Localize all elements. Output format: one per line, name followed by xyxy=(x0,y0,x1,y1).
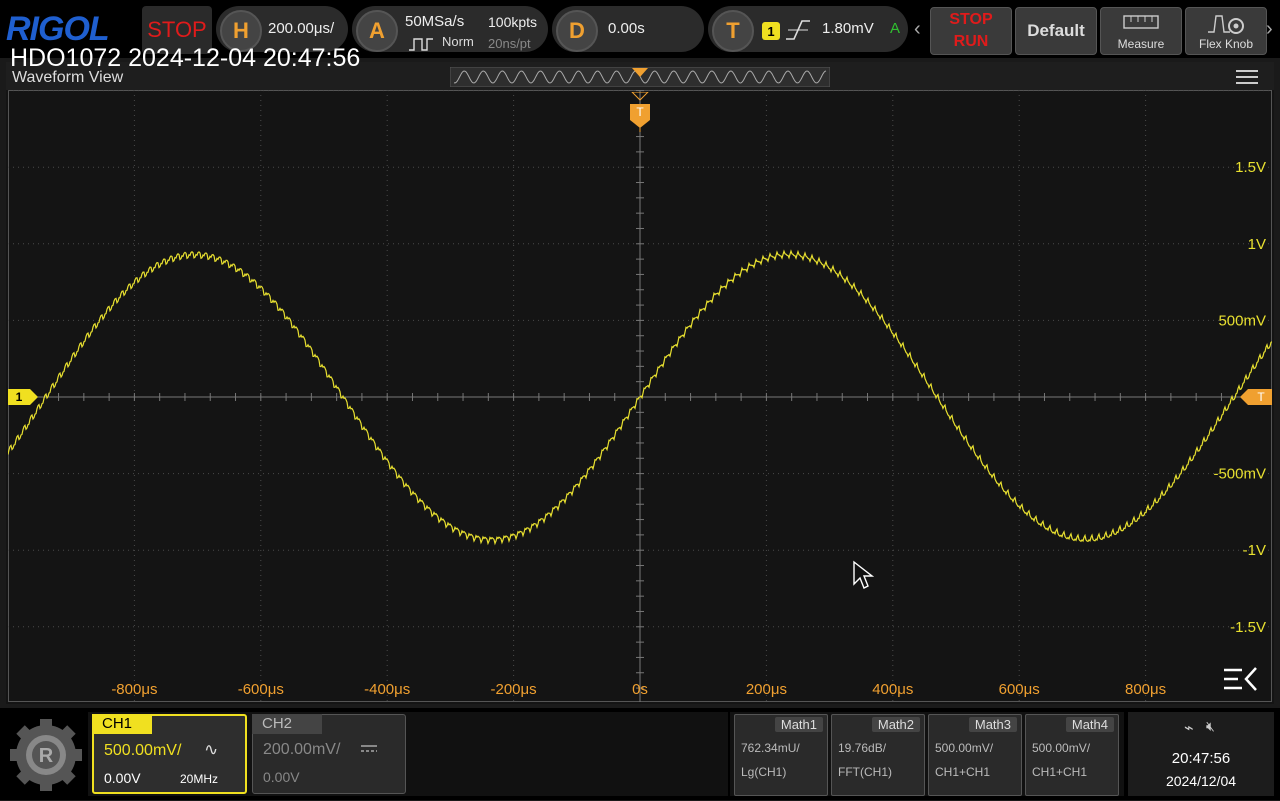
memory-depth: 100kpts xyxy=(488,14,538,30)
default-button[interactable]: Default xyxy=(1015,7,1097,55)
x-tick-label: -400μs xyxy=(364,681,410,698)
x-tick-label: 800μs xyxy=(1125,681,1166,698)
acquire-waveform-icon xyxy=(409,38,433,51)
acquire-mode: Norm xyxy=(442,34,474,49)
memory-overview-bar[interactable] xyxy=(450,67,830,87)
trigger-position-marker[interactable]: T xyxy=(630,91,650,132)
horizontal-scale-value: 200.00μs/ xyxy=(268,20,335,37)
math-scale: 19.76dB/ xyxy=(838,741,887,755)
ch1-box[interactable]: CH1 500.00mV/ ∿ 0.00V 20MHz xyxy=(92,714,247,794)
ch1-bandwidth: 20MHz xyxy=(180,772,219,786)
y-tick-label: -1V xyxy=(1243,542,1266,559)
y-tick-label: -500mV xyxy=(1213,466,1266,483)
delay-control[interactable]: D 0.00s xyxy=(552,6,704,52)
delay-icon: D xyxy=(556,10,598,52)
gear-icon: R xyxy=(10,719,82,791)
flex-knob-label: Flex Knob xyxy=(1198,37,1254,51)
ch1-offset: 0.00V xyxy=(104,770,141,786)
trigger-level-marker[interactable]: T xyxy=(1240,389,1272,405)
ch2-box[interactable]: CH2 200.00mV/ 0.00V xyxy=(252,714,406,794)
trigger-mode: A xyxy=(890,20,901,37)
chevron-left-icon[interactable]: ‹ xyxy=(914,18,921,41)
x-tick-label: 600μs xyxy=(999,681,1040,698)
clock-time: 20:47:56 xyxy=(1171,750,1231,767)
stop-label: STOP xyxy=(949,11,993,28)
math-label: Math3 xyxy=(968,717,1017,732)
dc-coupling-icon xyxy=(361,745,377,752)
math3-box[interactable]: Math3 500.00mV/CH1+CH1 xyxy=(928,714,1022,796)
sample-rate: 50MSa/s xyxy=(405,13,465,30)
collapse-menu-icon[interactable] xyxy=(1222,664,1260,694)
ch1-label: CH1 xyxy=(92,714,152,734)
flex-knob-button[interactable]: Flex Knob xyxy=(1185,7,1267,55)
ch1-offset-marker[interactable]: 1 xyxy=(8,389,40,405)
math-scale: 500.00mV/ xyxy=(1032,741,1091,755)
math1-box[interactable]: Math1 762.34mU/Lg(CH1) xyxy=(734,714,828,796)
usb-icon: ⌁ xyxy=(1184,720,1194,737)
ch2-offset: 0.00V xyxy=(263,769,300,785)
clock-date: 2024/12/04 xyxy=(1165,773,1237,789)
math-source: CH1+CH1 xyxy=(935,765,991,779)
speaker-muted-icon[interactable]: 🔇︎ xyxy=(1206,718,1215,735)
home-gear-button[interactable]: R xyxy=(6,712,86,796)
clock-panel: ⌁ 🔇︎ 20:47:56 2024/12/04 xyxy=(1128,712,1274,796)
math-source: FFT(CH1) xyxy=(838,765,892,779)
rising-edge-icon xyxy=(786,20,810,40)
measure-button[interactable]: Measure xyxy=(1100,7,1182,55)
x-tick-label: 400μs xyxy=(872,681,913,698)
sample-interval: 20ns/pt xyxy=(488,36,531,51)
math4-box[interactable]: Math4 500.00mV/CH1+CH1 xyxy=(1025,714,1119,796)
svg-text:R: R xyxy=(39,745,54,767)
math-scale: 500.00mV/ xyxy=(935,741,994,755)
trigger-position-label: T xyxy=(636,105,644,119)
math-label: Math4 xyxy=(1065,717,1114,732)
ch1-scale: 500.00mV/ xyxy=(104,742,182,759)
y-tick-label: 500mV xyxy=(1218,312,1266,329)
measure-label: Measure xyxy=(1117,37,1165,51)
x-tick-label: -800μs xyxy=(111,681,157,698)
mouse-cursor-icon xyxy=(853,560,874,589)
y-tick-label: 1.5V xyxy=(1235,159,1266,176)
run-label: RUN xyxy=(953,33,989,50)
x-tick-label: 200μs xyxy=(746,681,787,698)
ch2-label: CH2 xyxy=(252,714,322,734)
ruler-icon xyxy=(1123,15,1159,29)
delay-value: 0.00s xyxy=(608,20,645,37)
run-stop-button[interactable]: STOP RUN xyxy=(930,7,1012,55)
trigger-level: 1.80mV xyxy=(822,20,874,37)
trigger-marker-label: T xyxy=(1257,390,1265,404)
acquire-control[interactable]: A 50MSa/s 100kpts Norm 20ns/pt xyxy=(352,6,548,52)
x-tick-label: 0s xyxy=(632,681,648,698)
ac-coupling-icon: ∿ xyxy=(204,740,219,759)
default-label: Default xyxy=(1027,21,1085,40)
ch1-marker-label: 1 xyxy=(15,390,23,404)
trigger-source-badge: 1 xyxy=(762,22,780,40)
y-tick-label: -1.5V xyxy=(1230,619,1266,636)
trigger-icon: T xyxy=(712,10,754,52)
math2-box[interactable]: Math2 19.76dB/FFT(CH1) xyxy=(831,714,925,796)
trigger-control[interactable]: T 1 1.80mV A xyxy=(708,6,908,52)
y-tick-label: 1V xyxy=(1248,236,1266,253)
acquire-icon: A xyxy=(356,10,398,52)
x-tick-label: -600μs xyxy=(238,681,284,698)
menu-icon[interactable] xyxy=(1236,68,1258,84)
ch2-scale: 200.00mV/ xyxy=(263,741,341,758)
x-tick-label: -200μs xyxy=(491,681,537,698)
waveform-plot[interactable]: -800μs -600μs -400μs -200μs 0s 200μs 400μs 600μ… xyxy=(8,90,1272,702)
chevron-right-icon[interactable]: › xyxy=(1266,18,1273,41)
screenshot-title-overlay: HDO1072 2024-12-04 20:47:56 xyxy=(10,44,361,72)
graticule xyxy=(8,90,1272,702)
math-scale: 762.34mU/ xyxy=(741,741,800,755)
flex-knob-icon xyxy=(1208,15,1244,34)
math-label: Math2 xyxy=(871,717,920,732)
math-source: Lg(CH1) xyxy=(741,765,787,779)
math-label: Math1 xyxy=(774,717,823,732)
math-source: CH1+CH1 xyxy=(1032,765,1088,779)
